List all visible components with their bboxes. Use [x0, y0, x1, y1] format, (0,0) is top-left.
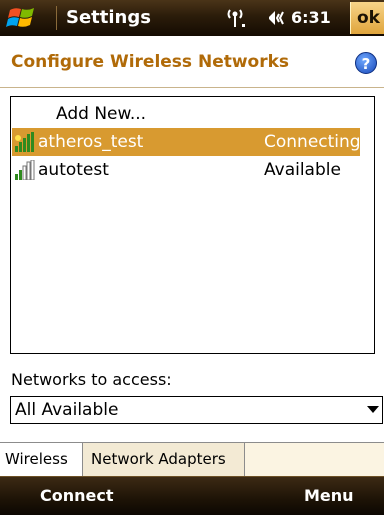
add-new-label: Add New... [56, 104, 147, 124]
title-bar: Settings 6:31 ok [0, 0, 384, 36]
add-new-network-item[interactable]: Add New... [12, 100, 360, 128]
menu-softkey[interactable]: Menu [304, 485, 354, 507]
page-title: Configure Wireless Networks [11, 52, 290, 72]
softkey-bar: Connect Menu [0, 476, 384, 515]
dropdown-selected-value: All Available [15, 400, 119, 420]
network-row-atheros-test[interactable]: atheros_test Connecting [12, 128, 361, 156]
page-header: Configure Wireless Networks ? [0, 36, 384, 88]
network-name: autotest [38, 160, 109, 180]
signal-strength-icon [15, 132, 34, 152]
tab-strip: Wireless Network Adapters [0, 442, 384, 477]
header-divider [0, 87, 384, 88]
tab-wireless[interactable]: Wireless [0, 443, 83, 476]
signal-antenna-icon[interactable] [225, 6, 251, 30]
connect-softkey[interactable]: Connect [40, 485, 114, 507]
wireless-network-list[interactable]: Add New... atheros_test Connecting autot… [10, 96, 375, 354]
networks-to-access-label: Networks to access: [11, 370, 172, 389]
network-status: Available [264, 160, 341, 180]
title-separator [56, 6, 57, 30]
ok-button[interactable]: ok [350, 2, 384, 34]
network-status: Connecting [264, 132, 361, 152]
clock[interactable]: 6:31 [291, 6, 331, 30]
tab-network-adapters[interactable]: Network Adapters [83, 443, 245, 476]
start-button[interactable] [4, 3, 52, 33]
signal-strength-icon [15, 160, 35, 180]
window-title: Settings [66, 7, 151, 28]
speaker-icon[interactable] [266, 9, 288, 27]
chevron-down-icon[interactable] [367, 406, 379, 413]
network-name: atheros_test [38, 132, 144, 152]
networks-to-access-dropdown[interactable]: All Available [10, 396, 383, 424]
network-row-autotest[interactable]: autotest Available [12, 156, 360, 184]
help-icon[interactable]: ? [355, 52, 377, 74]
windows-flag-icon [6, 8, 34, 27]
